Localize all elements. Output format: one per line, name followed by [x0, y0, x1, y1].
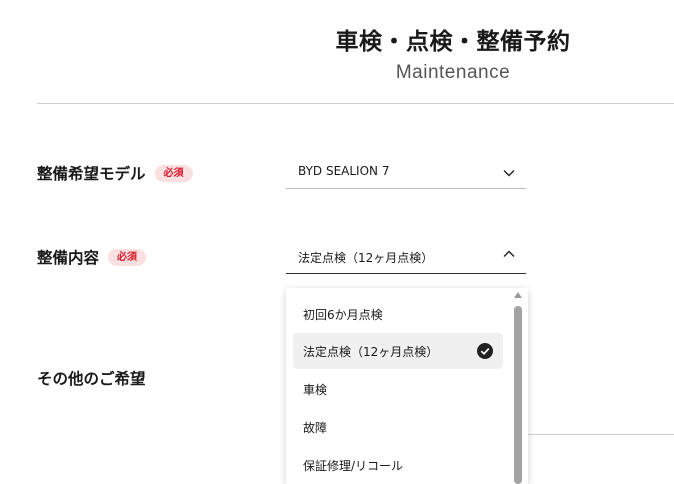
model-field-label-row: 整備希望モデル 必須 [37, 162, 193, 184]
dropdown-option[interactable]: 車検 [293, 371, 503, 407]
other-requests-label: その他のご希望 [37, 370, 146, 388]
service-field-label: 整備内容 [37, 249, 100, 267]
chevron-up-icon [503, 250, 515, 257]
required-badge: 必須 [154, 164, 193, 182]
dropdown-option-label: 初回6か月点検 [303, 307, 383, 322]
dropdown-option-label: 保証修理/リコール [303, 458, 404, 473]
dropdown-option[interactable]: 保証修理/リコール [293, 447, 503, 483]
dropdown-option-label: 車検 [303, 382, 328, 397]
dropdown-option[interactable]: 故障 [293, 409, 503, 445]
page-subtitle: Maintenance [395, 62, 511, 83]
header-divider [37, 103, 674, 104]
scrollbar-thumb[interactable] [514, 306, 522, 484]
service-dropdown-menu: 初回6か月点検 法定点検（12ヶ月点検） 車検 故障 保証修理/リコール [286, 288, 528, 484]
model-field-label: 整備希望モデル [37, 165, 146, 183]
dropdown-option-label: 故障 [303, 420, 328, 435]
chevron-down-icon [503, 170, 515, 177]
required-badge: 必須 [108, 248, 147, 266]
service-select-value: 法定点検（12ヶ月点検） [298, 251, 434, 265]
dropdown-option-label: 法定点検（12ヶ月点検） [303, 344, 439, 359]
service-field-label-row: 整備内容 必須 [37, 246, 147, 268]
page-title: 車検・点検・整備予約 [335, 29, 571, 55]
model-select[interactable]: BYD SEALION 7 [286, 161, 526, 189]
dropdown-option-selected[interactable]: 法定点検（12ヶ月点検） [293, 333, 503, 369]
scroll-up-arrow[interactable] [514, 292, 522, 298]
dropdown-option[interactable]: 初回6か月点検 [293, 296, 503, 332]
model-select-value: BYD SEALION 7 [298, 164, 390, 178]
service-select[interactable]: 法定点検（12ヶ月点検） [286, 246, 526, 274]
other-requests-underline [526, 434, 674, 435]
check-circle-icon [477, 343, 493, 359]
